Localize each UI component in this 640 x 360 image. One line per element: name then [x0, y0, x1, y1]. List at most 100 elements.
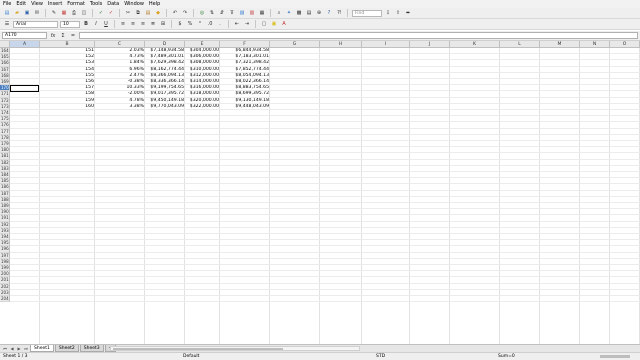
copy-icon[interactable]: ⧉ — [134, 9, 142, 17]
table-cell[interactable]: $308,000.00 — [185, 60, 220, 66]
sort-descending-icon[interactable]: ⇵ — [218, 9, 226, 17]
find-next-icon[interactable]: ⇩ — [384, 9, 392, 17]
table-cell[interactable]: $314,000.00 — [185, 79, 220, 85]
italic-button[interactable]: I — [92, 20, 100, 28]
select-all-corner[interactable] — [0, 41, 10, 48]
table-cell[interactable]: 157 — [40, 85, 95, 91]
menu-insert[interactable]: Insert — [48, 1, 62, 7]
table-cell[interactable]: 2.03% — [95, 48, 145, 54]
table-cell[interactable]: $7,852,774.44 — [220, 67, 270, 73]
spellcheck-icon[interactable]: ✓ — [97, 9, 105, 17]
add-decimal-icon[interactable]: .0 — [206, 20, 214, 28]
table-cell[interactable]: 154 — [40, 67, 95, 73]
table-cell[interactable]: $304,000.00 — [185, 48, 220, 54]
paste-icon[interactable]: ▤ — [144, 9, 152, 17]
table-cell[interactable]: 153 — [40, 60, 95, 66]
table-cell[interactable]: $9,199,754.65 — [145, 85, 185, 91]
previous-sheet-icon[interactable]: ◀ — [9, 346, 15, 352]
table-cell[interactable]: $7,148,934.58 — [145, 48, 185, 54]
column-header-a[interactable]: A — [10, 41, 40, 48]
table-cell[interactable]: $8,699,395.72 — [220, 91, 270, 97]
find-replace-icon[interactable]: ⌕ — [275, 9, 283, 17]
table-cell[interactable]: $8,883,754.65 — [220, 85, 270, 91]
equals-icon[interactable]: = — [69, 32, 77, 40]
print-preview-icon[interactable]: ◫ — [80, 9, 88, 17]
clone-formatting-icon[interactable]: ◆ — [154, 9, 162, 17]
table-cell[interactable]: $8,366,094.13 — [145, 73, 185, 79]
tab-sheet2[interactable]: Sheet2 — [54, 345, 79, 352]
merge-cells-icon[interactable]: ⊞ — [159, 20, 167, 28]
column-header-b[interactable]: B — [40, 41, 95, 48]
insert-chart-icon[interactable]: ▥ — [248, 9, 256, 17]
whats-this-icon[interactable]: ⁈ — [335, 9, 343, 17]
table-cell[interactable]: $6,844,934.58 — [220, 48, 270, 54]
font-size-combo[interactable]: 10 — [60, 20, 80, 28]
menu-help[interactable]: Help — [149, 1, 160, 7]
selection-mode[interactable]: STD — [376, 354, 385, 359]
help-icon[interactable]: ? — [325, 9, 333, 17]
table-cell[interactable]: 155 — [40, 73, 95, 79]
spreadsheet-grid[interactable]: ABCDEFGHIJKLMNOP164165166167168169170171… — [0, 41, 640, 344]
zoom-icon[interactable]: ⊕ — [315, 9, 323, 17]
number-format-icon[interactable]: ⁰ — [196, 20, 204, 28]
align-right-icon[interactable]: ≡ — [139, 20, 147, 28]
table-cell[interactable]: $310,000.00 — [185, 67, 220, 73]
table-cell[interactable]: 151 — [40, 48, 95, 54]
new-document-icon[interactable]: ▤ — [3, 9, 11, 17]
active-cell-cursor[interactable] — [10, 84, 39, 92]
table-cell[interactable]: $9,130,149.18 — [220, 98, 270, 104]
cut-icon[interactable]: ✂ — [124, 9, 132, 17]
align-center-icon[interactable]: ≡ — [129, 20, 137, 28]
table-cell[interactable]: 160 — [40, 104, 95, 110]
column-header-m[interactable]: M — [540, 41, 580, 48]
find-options-icon[interactable]: ⬌ — [404, 9, 412, 17]
background-color-icon[interactable]: ▣ — [270, 20, 278, 28]
table-cell[interactable]: $7,183,301.01 — [220, 54, 270, 60]
column-header-k[interactable]: K — [450, 41, 500, 48]
insert-image-icon[interactable]: ▨ — [238, 9, 246, 17]
column-header-g[interactable]: G — [270, 41, 320, 48]
table-cell[interactable]: 10.33% — [95, 85, 145, 91]
scrollbar-thumb[interactable] — [113, 348, 283, 350]
underline-button[interactable]: U — [102, 20, 110, 28]
menu-file[interactable]: File — [3, 1, 11, 7]
menu-data[interactable]: Data — [107, 1, 119, 7]
table-cell[interactable]: 4.78% — [95, 98, 145, 104]
table-cell[interactable]: 6.96% — [95, 67, 145, 73]
styles-icon[interactable]: ☰ — [3, 20, 11, 28]
table-cell[interactable]: $7,629,398.42 — [145, 60, 185, 66]
borders-icon[interactable]: ▢ — [260, 20, 268, 28]
table-cell[interactable]: -2.00% — [95, 91, 145, 97]
decrease-indent-icon[interactable]: ⇤ — [233, 20, 241, 28]
table-cell[interactable]: 3.38% — [95, 104, 145, 110]
next-sheet-icon[interactable]: ▶ — [16, 346, 22, 352]
column-header-o[interactable]: O — [610, 41, 640, 48]
table-cell[interactable]: $7,489,301.01 — [145, 54, 185, 60]
tab-sheet1[interactable]: Sheet1 — [30, 345, 54, 352]
menu-edit[interactable]: Edit — [16, 1, 26, 7]
column-header-n[interactable]: N — [580, 41, 610, 48]
remove-decimal-icon[interactable]: . — [216, 20, 224, 28]
email-icon[interactable]: ✉ — [33, 9, 41, 17]
font-color-icon[interactable]: A — [280, 20, 288, 28]
table-cell[interactable]: 158 — [40, 91, 95, 97]
table-cell[interactable]: $7,321,398.42 — [220, 60, 270, 66]
table-cell[interactable]: $9,017,395.72 — [145, 91, 185, 97]
name-box[interactable]: A170 — [2, 32, 47, 39]
column-header-i[interactable]: I — [362, 41, 410, 48]
menu-tools[interactable]: Tools — [90, 1, 102, 7]
column-header-l[interactable]: L — [500, 41, 540, 48]
autospell-icon[interactable]: ✓ — [107, 9, 115, 17]
print-icon[interactable]: ⎙ — [70, 9, 78, 17]
edit-file-icon[interactable]: ✎ — [50, 9, 58, 17]
table-cell[interactable]: $9,448,043.09 — [220, 104, 270, 110]
table-cell[interactable]: $312,000.00 — [185, 73, 220, 79]
pivot-table-icon[interactable]: ▦ — [258, 9, 266, 17]
table-cell[interactable]: $9,450,149.18 — [145, 98, 185, 104]
menu-window[interactable]: Window — [124, 1, 144, 7]
find-input[interactable]: Find — [352, 9, 382, 17]
justify-icon[interactable]: ≣ — [149, 20, 157, 28]
percent-format-icon[interactable]: % — [186, 20, 194, 28]
open-folder-icon[interactable]: ▰ — [13, 9, 21, 17]
table-cell[interactable]: 4.73% — [95, 54, 145, 60]
